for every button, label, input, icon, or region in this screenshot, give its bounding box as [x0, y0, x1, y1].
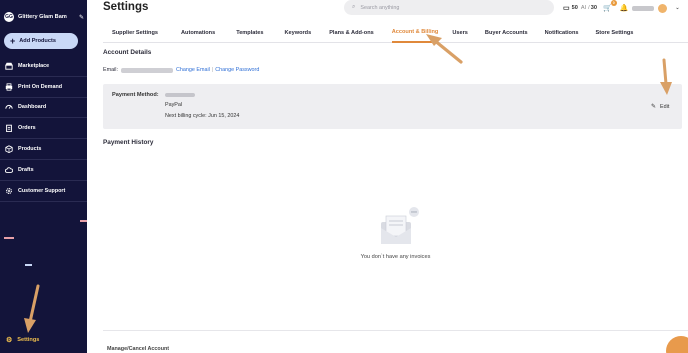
- payment-history-heading: Payment History: [103, 139, 154, 146]
- sidebar: GG Glittery Glam Bam ✎ + Add Products Ma…: [0, 0, 87, 353]
- edit-label: Edit: [660, 103, 670, 110]
- gauge-icon: [5, 103, 13, 111]
- cart-badge: 0: [610, 0, 617, 6]
- decorative-mark: [80, 220, 87, 222]
- sidebar-item-label: Settings: [17, 337, 40, 343]
- email-label: Email:: [103, 67, 118, 73]
- link-separator: |: [211, 67, 214, 73]
- bell-icon[interactable]: 🔔: [620, 4, 629, 12]
- chevron-down-icon[interactable]: ⌄: [675, 5, 679, 11]
- divider: [103, 330, 688, 331]
- sidebar-item-print-on-demand[interactable]: Print On Demand: [0, 77, 87, 98]
- email-value-redacted: [120, 67, 173, 73]
- tab-notifications[interactable]: Notifications: [545, 23, 579, 43]
- gear-icon: [5, 187, 13, 195]
- manage-cancel-account-heading[interactable]: Manage/Cancel Account: [107, 346, 169, 352]
- tab-plans-add-ons[interactable]: Plans & Add-ons: [329, 23, 374, 43]
- payment-method-label: Payment Method:: [112, 92, 159, 98]
- cloud-icon: [5, 166, 13, 174]
- store-name: Glittery Glam Bam: [18, 14, 67, 20]
- change-password-link[interactable]: Change Password: [215, 67, 259, 73]
- sidebar-item-label: Products: [18, 146, 42, 153]
- tab-store-settings[interactable]: Store Settings: [596, 23, 634, 43]
- edit-payment-button[interactable]: ✎ Edit: [651, 103, 670, 111]
- ai-separator: /: [588, 5, 590, 11]
- sidebar-item-label: Print On Demand: [18, 83, 63, 90]
- tab-templates[interactable]: Templates: [236, 23, 263, 43]
- payment-method-card: Payment Method: PayPal Next billing cycl…: [103, 84, 682, 129]
- account-details-heading: Account Details: [103, 49, 152, 56]
- store-switcher[interactable]: GG Glittery Glam Bam ✎: [4, 10, 84, 24]
- sidebar-item-label: Drafts: [18, 166, 34, 173]
- storefront-icon: [5, 62, 13, 70]
- next-billing-cycle: Next billing cycle: Jun 15, 2024: [165, 113, 240, 119]
- empty-invoices-icon: [381, 207, 419, 244]
- ai-label: AI: [580, 5, 587, 11]
- store-avatar: GG: [4, 12, 14, 22]
- sidebar-item-drafts[interactable]: Drafts: [0, 160, 87, 181]
- empty-invoices-text: You don`t have any invoices: [360, 254, 431, 260]
- payment-method-type: PayPal: [165, 102, 183, 108]
- user-name-redacted[interactable]: [632, 5, 655, 11]
- add-products-button[interactable]: + Add Products: [4, 33, 78, 49]
- tab-keywords[interactable]: Keywords: [284, 23, 311, 43]
- change-email-link[interactable]: Change Email: [176, 67, 210, 73]
- search-icon: ⌕: [352, 4, 356, 10]
- tab-supplier-settings[interactable]: Supplier Settings: [112, 23, 158, 43]
- chat-launcher-button[interactable]: [666, 336, 688, 353]
- sidebar-item-customer-support[interactable]: Customer Support: [0, 181, 87, 202]
- sidebar-item-label: Orders: [18, 125, 36, 132]
- sidebar-nav: Marketplace Print On Demand Dashboard Or…: [0, 56, 87, 202]
- page-title: Settings: [103, 1, 149, 13]
- pencil-icon[interactable]: ✎: [79, 14, 84, 21]
- credit-card-icon: ▭: [563, 5, 570, 12]
- add-products-label: Add Products: [19, 38, 56, 44]
- tab-account-billing[interactable]: Account & Billing: [391, 23, 439, 43]
- search-input[interactable]: ⌕ Search anything: [344, 0, 554, 15]
- tab-buyer-accounts[interactable]: Buyer Accounts: [485, 23, 528, 43]
- sidebar-item-marketplace[interactable]: Marketplace: [0, 56, 87, 77]
- sidebar-item-label: Marketplace: [18, 62, 50, 69]
- sidebar-item-settings[interactable]: ⚙ Settings: [0, 333, 87, 347]
- printer-icon: [5, 83, 13, 91]
- sidebar-item-products[interactable]: Products: [0, 139, 87, 160]
- search-placeholder: Search anything: [360, 4, 400, 11]
- sidebar-item-dashboard[interactable]: Dashboard: [0, 98, 87, 119]
- avatar[interactable]: [658, 3, 668, 13]
- ai-credits-count: 30: [590, 5, 597, 11]
- decorative-mark: [25, 264, 32, 266]
- box-icon: [5, 145, 13, 154]
- top-right-actions: ▭ 50 AI / 30 🛒 0 🔔 ⌄: [563, 0, 680, 14]
- credits-count: 50: [571, 5, 578, 11]
- email-row: Email: Change Email | Change Password: [103, 67, 259, 73]
- tab-users[interactable]: Users: [452, 23, 468, 43]
- tab-automations[interactable]: Automations: [181, 23, 215, 43]
- payment-account-redacted: [165, 93, 195, 97]
- sidebar-item-label: Dashboard: [18, 104, 47, 111]
- settings-tabs: Supplier Settings Automations Templates …: [103, 23, 688, 43]
- sidebar-item-label: Customer Support: [18, 187, 66, 194]
- sidebar-item-orders[interactable]: Orders: [0, 118, 87, 140]
- gear-icon: ⚙: [6, 337, 13, 344]
- plus-icon: +: [10, 35, 16, 46]
- decorative-mark: [4, 237, 14, 239]
- cart-icon[interactable]: 🛒 0: [603, 0, 617, 12]
- pencil-icon: ✎: [651, 104, 657, 110]
- clipboard-icon: [5, 124, 13, 133]
